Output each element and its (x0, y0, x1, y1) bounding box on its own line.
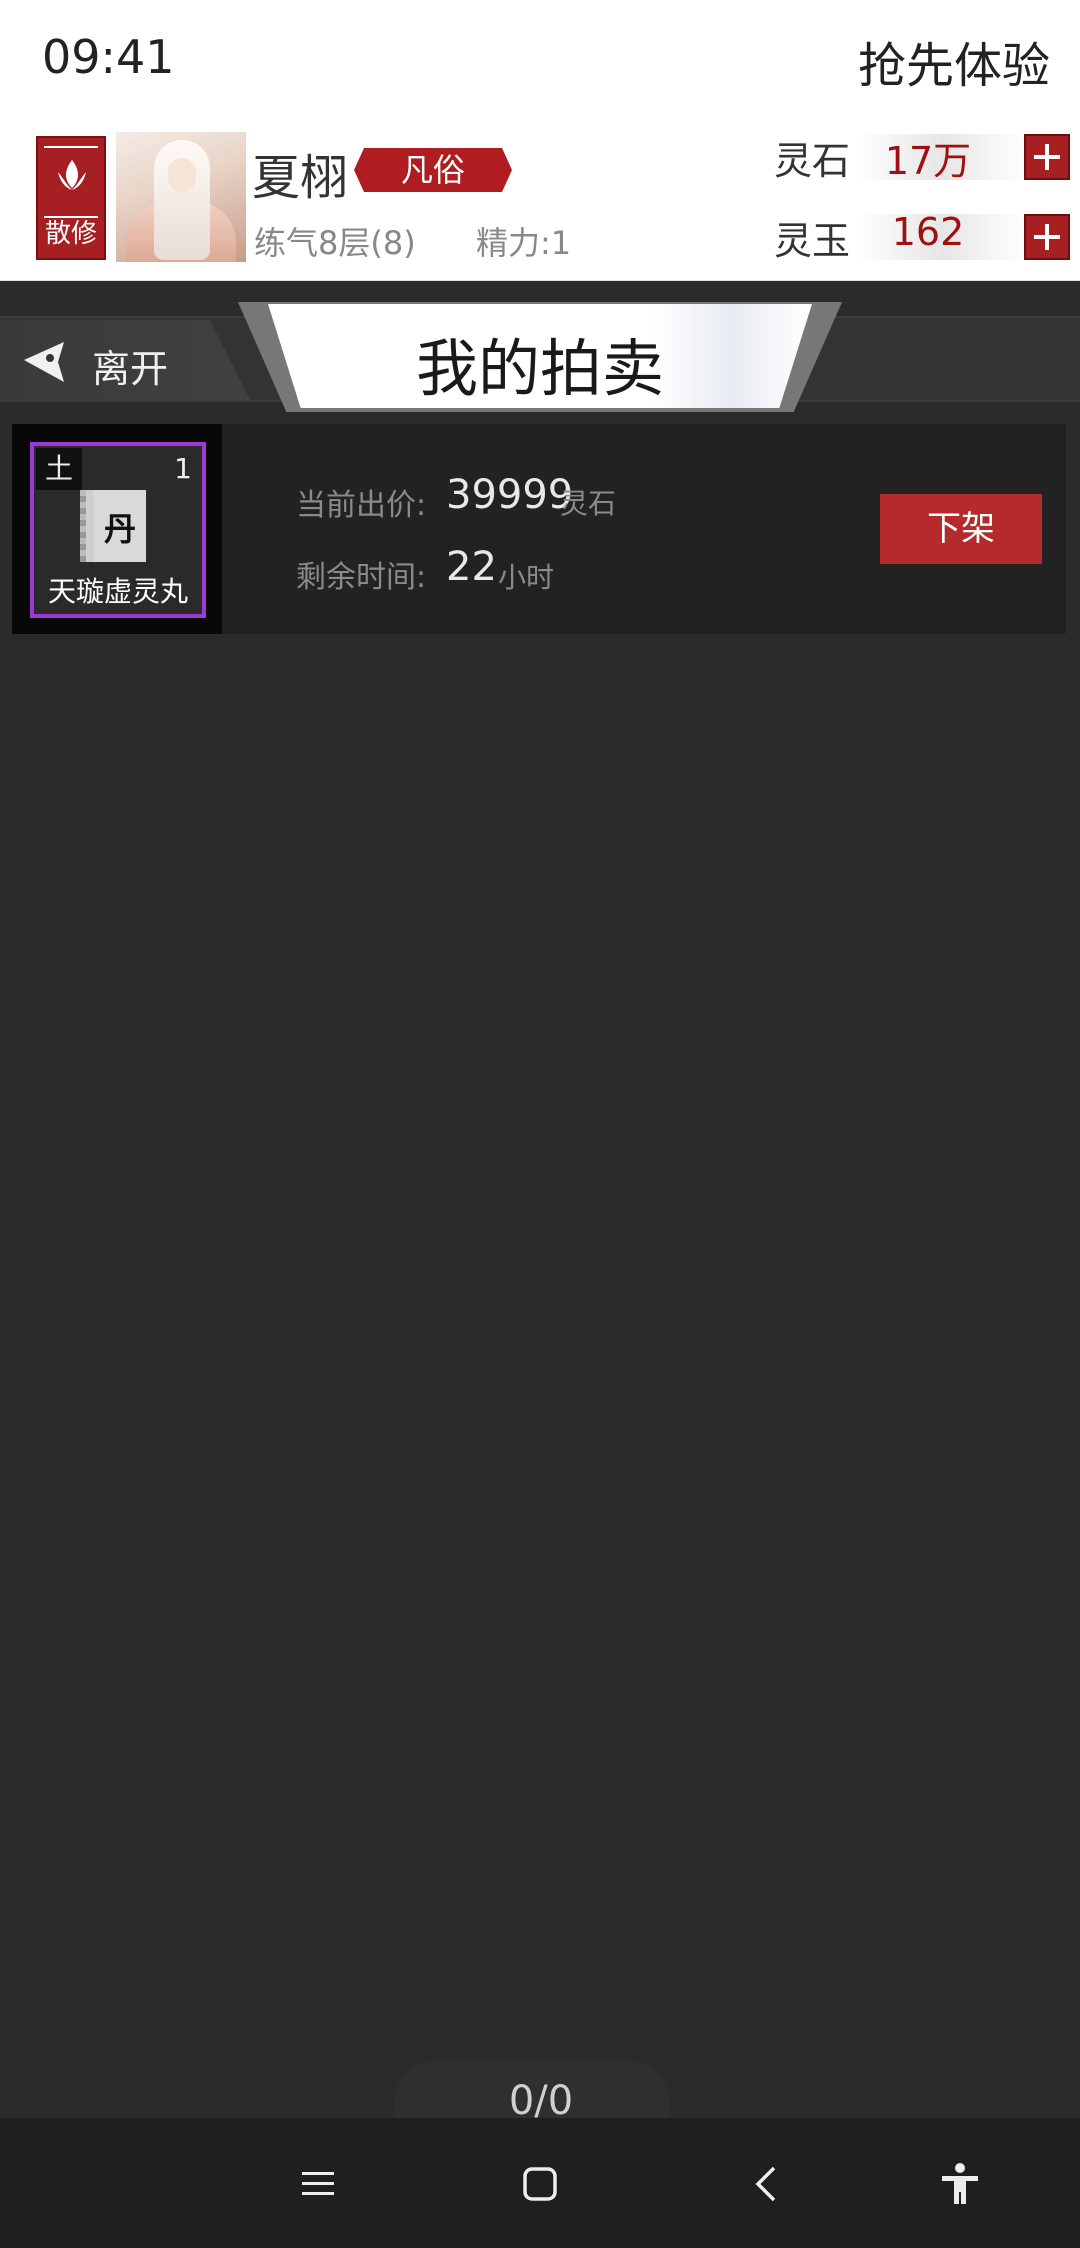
back-arrow-icon[interactable] (20, 338, 68, 386)
add-spirit-stone-button[interactable] (1024, 134, 1070, 180)
delist-button[interactable]: 下架 (880, 494, 1042, 564)
clock: 09:41 (42, 30, 175, 84)
current-bid-value: 39999 (446, 472, 574, 518)
player-name: 夏栩 (252, 150, 349, 206)
pill-book-icon: 丹 (80, 490, 146, 562)
rank-badge: 凡俗 (354, 148, 512, 192)
page-title: 我的拍卖 (415, 332, 664, 405)
avatar[interactable] (116, 132, 246, 262)
early-access-link[interactable]: 抢先体验 (858, 26, 1050, 96)
status-bar: 09:41 抢先体验 (0, 0, 1080, 118)
lotus-icon (58, 160, 86, 190)
home-icon[interactable] (516, 2160, 564, 2208)
spirit-jade-label: 灵玉 (774, 219, 851, 263)
remaining-time-label: 剩余时间: (296, 560, 427, 595)
current-bid-unit: 灵石 (560, 487, 617, 520)
spirit-stone-value: 17万 (884, 139, 972, 183)
stamina-value: 精力:1 (476, 224, 572, 262)
item-quantity: 1 (174, 452, 192, 485)
remaining-time-value: 22 (446, 544, 497, 590)
badge-rule-top (44, 146, 98, 148)
item-glyph: 丹 (103, 510, 136, 548)
sect-badge[interactable]: 散修 (36, 136, 106, 260)
sect-label: 散修 (44, 219, 97, 249)
add-spirit-jade-button[interactable] (1024, 214, 1070, 260)
player-header: 散修 夏栩 凡俗 练气8层(8) 精力:1 灵石 17万 灵玉 162 (0, 118, 1080, 281)
spirit-stone-label: 灵石 (774, 139, 851, 183)
item-name: 天璇虚灵丸 (47, 575, 188, 608)
cultivation-realm: 练气8层(8) (254, 224, 416, 262)
spirit-jade-value: 162 (891, 210, 965, 254)
accessibility-icon[interactable] (936, 2160, 984, 2208)
item-element-tag: 土 (36, 448, 82, 490)
back-label[interactable]: 离开 (92, 338, 168, 393)
current-bid-label: 当前出价: (296, 488, 427, 523)
back-icon[interactable] (744, 2160, 792, 2208)
remaining-time-unit: 小时 (498, 561, 555, 594)
menu-icon[interactable] (294, 2160, 342, 2208)
